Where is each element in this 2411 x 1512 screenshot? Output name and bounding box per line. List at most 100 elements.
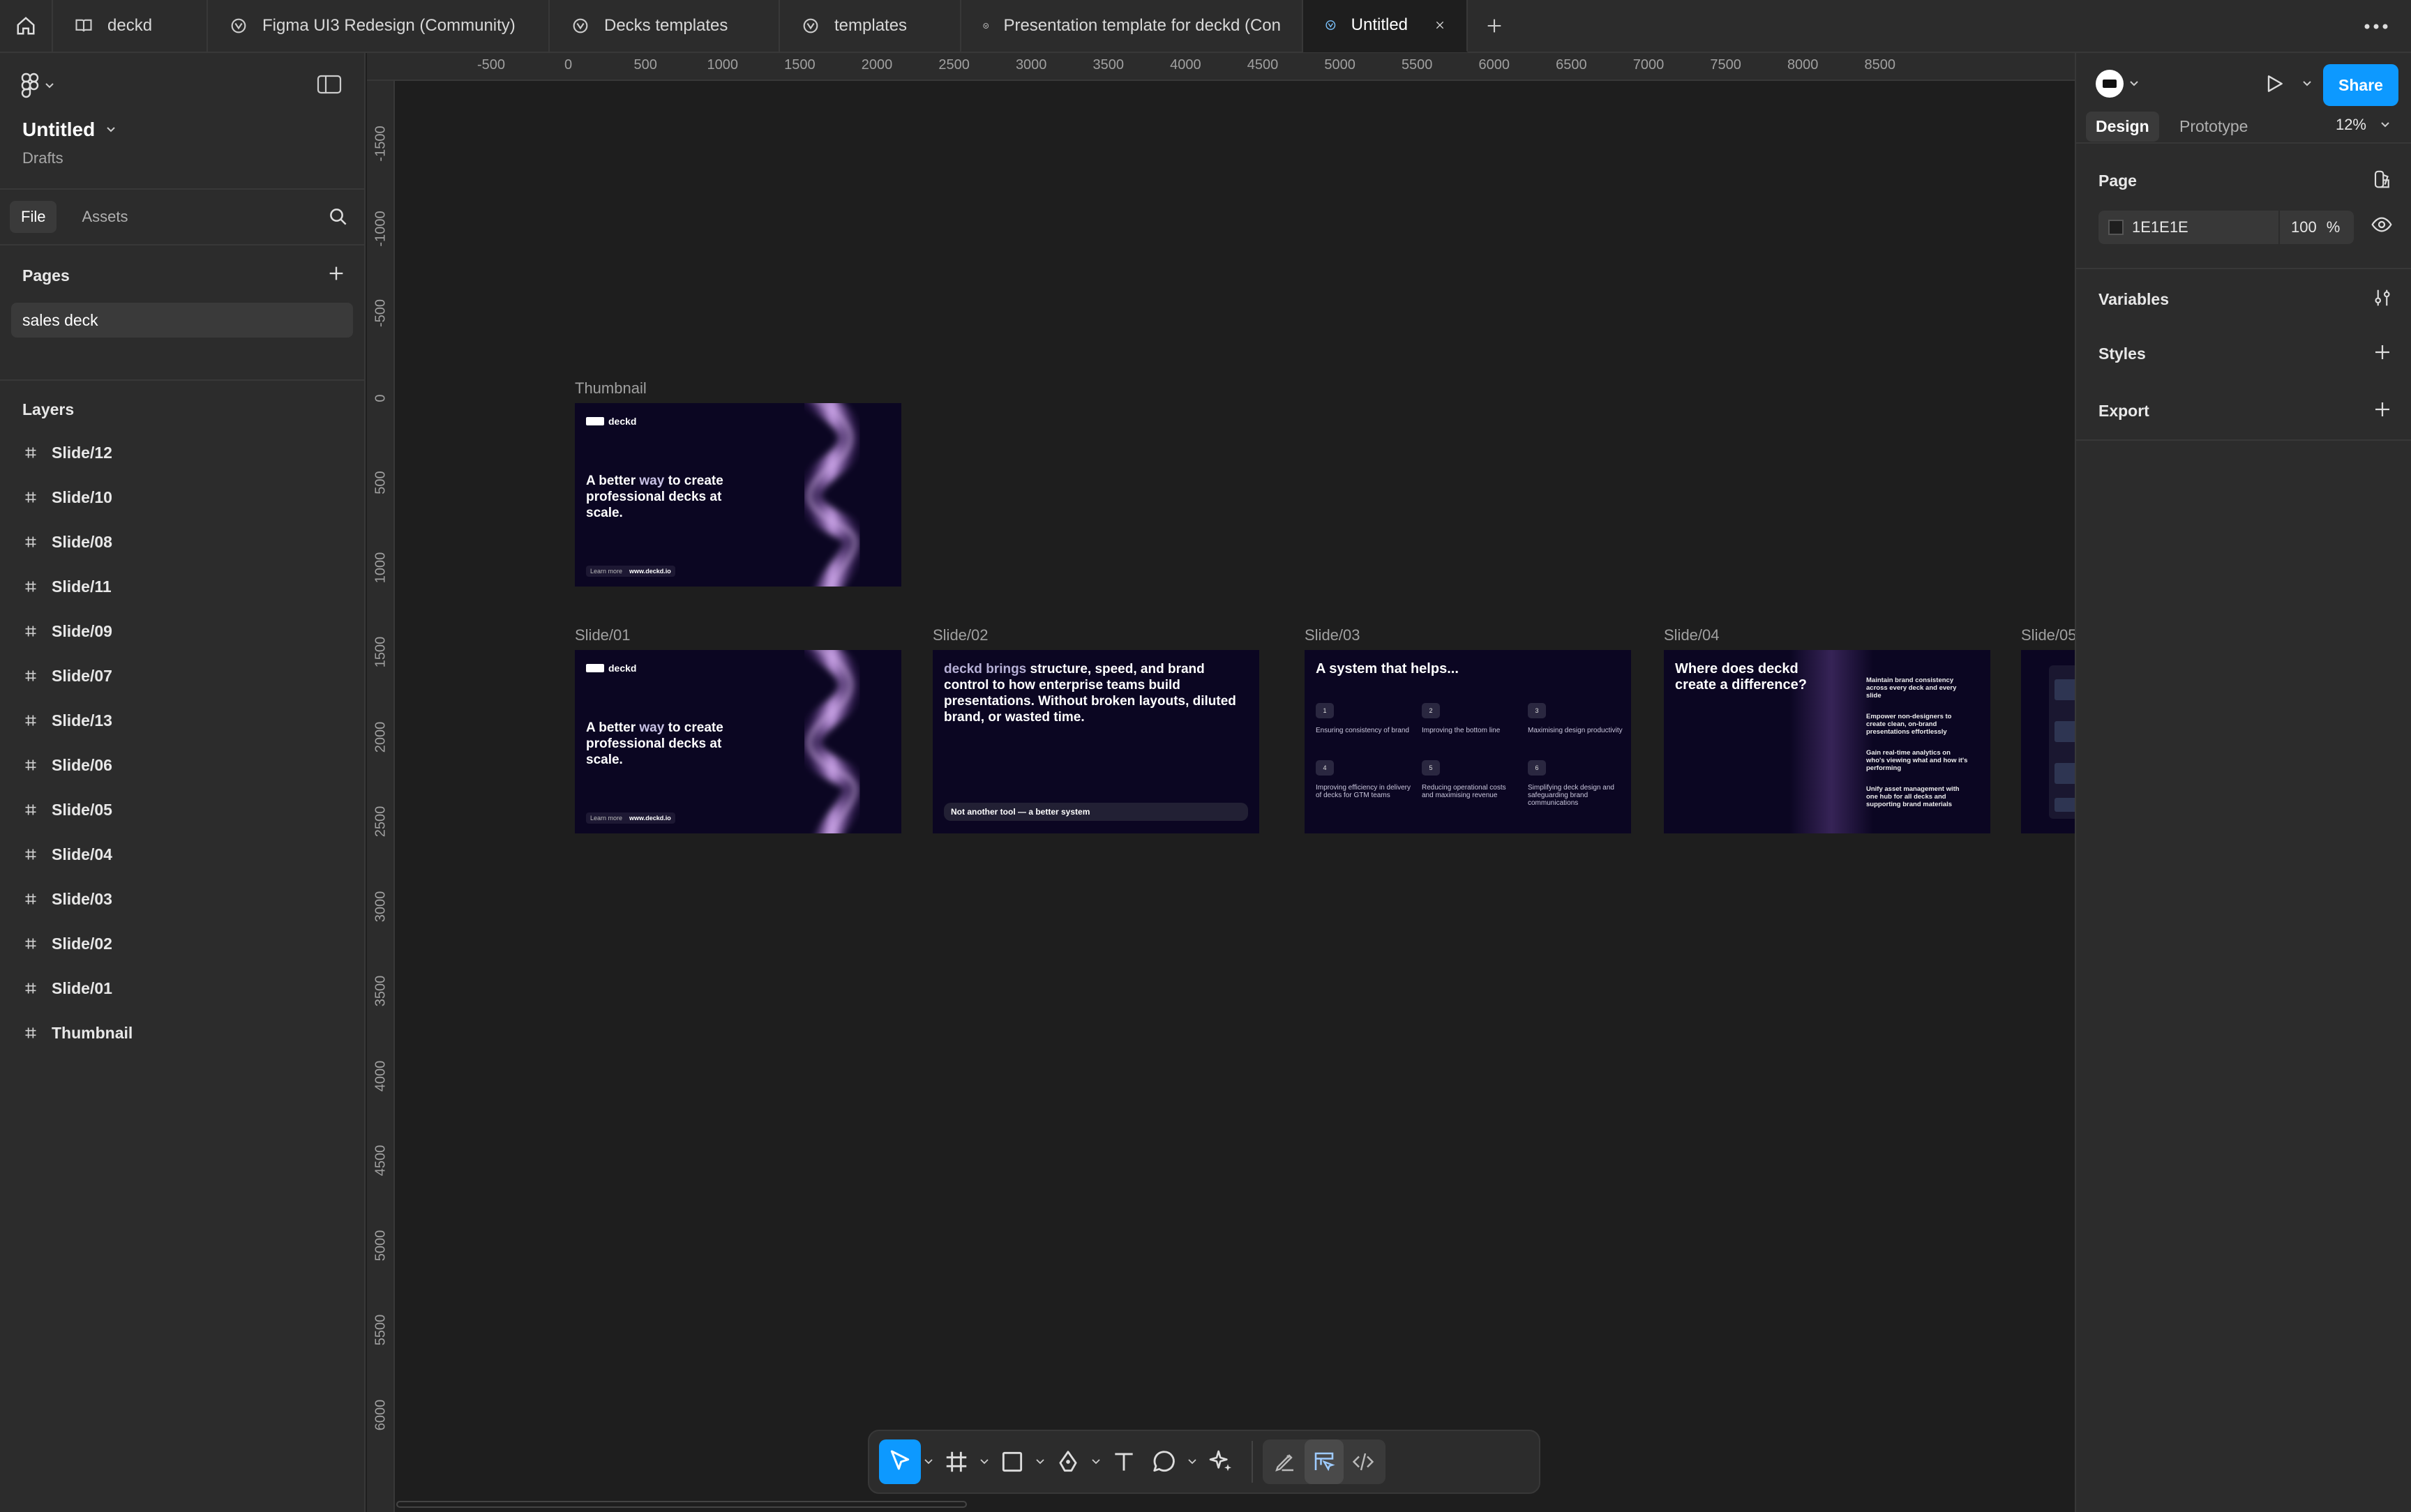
- tab-untitled[interactable]: Untitled: [1303, 0, 1468, 52]
- new-tab-button[interactable]: [1468, 0, 1521, 52]
- present-button[interactable]: [2263, 73, 2312, 95]
- tab-figma-ui3[interactable]: Figma UI3 Redesign (Community): [208, 0, 550, 52]
- layer-name: Slide/10: [52, 487, 112, 506]
- frame-tool-button[interactable]: [936, 1439, 977, 1484]
- tab-design[interactable]: Design: [2086, 112, 2159, 142]
- comment-tool-menu[interactable]: [1185, 1459, 1200, 1465]
- frame-slide-02[interactable]: deckd brings structure, speed, and brand…: [933, 650, 1259, 833]
- horizontal-scrollbar[interactable]: [396, 1501, 967, 1508]
- layer-name: Slide/09: [52, 621, 112, 640]
- frame-icon: [25, 759, 36, 771]
- file-name-button[interactable]: Untitled: [22, 119, 116, 141]
- frame-label-slide-02[interactable]: Slide/02: [933, 626, 989, 644]
- pen-tool-button[interactable]: [1048, 1439, 1088, 1484]
- slide-04-item: Gain real-time analytics on who's viewin…: [1866, 749, 1968, 772]
- tab-presentation-template[interactable]: Presentation template for deckd (Con: [961, 0, 1303, 52]
- design-mode-button[interactable]: [1305, 1439, 1344, 1484]
- frame-thumbnail[interactable]: deckd A better way to create professiona…: [575, 403, 901, 587]
- layer-name: Slide/06: [52, 755, 112, 774]
- ruler-tick-label: -500: [476, 57, 506, 73]
- tab-prototype[interactable]: Prototype: [2170, 112, 2258, 142]
- move-tool-menu[interactable]: [921, 1459, 936, 1465]
- shape-tool-menu[interactable]: [1032, 1459, 1048, 1465]
- frame-label-slide-04[interactable]: Slide/04: [1664, 626, 1720, 644]
- page-item-sales-deck[interactable]: sales deck: [11, 303, 353, 338]
- frame-icon: [25, 893, 36, 905]
- layer-item[interactable]: Slide/12: [0, 430, 364, 475]
- close-icon[interactable]: [1434, 17, 1445, 33]
- frame-slide-04[interactable]: Where does deckd create a difference? Ma…: [1664, 650, 1990, 833]
- frame-slide-05[interactable]: [2021, 650, 2075, 833]
- hero-text-a: A better: [586, 720, 640, 735]
- page-style-button[interactable]: [2372, 169, 2393, 193]
- layer-item[interactable]: Slide/13: [0, 698, 364, 743]
- home-button[interactable]: [0, 0, 53, 52]
- layer-item[interactable]: Thumbnail: [0, 1011, 364, 1055]
- frame-slide-01[interactable]: deckd A better way to create professiona…: [575, 650, 901, 833]
- main-menu-button[interactable]: [21, 73, 54, 99]
- cta-label: Learn more: [590, 568, 623, 575]
- layers-list: Slide/12 Slide/10 Slide/08 Slide/11 Slide/09…: [0, 430, 364, 1055]
- page-color-hex[interactable]: 1E1E1E: [2132, 218, 2278, 236]
- tab-file[interactable]: File: [10, 201, 57, 233]
- item-number: 5: [1422, 760, 1440, 776]
- frame-slide-03[interactable]: A system that helps... 1 Ensuring consist…: [1305, 650, 1631, 833]
- pen-tool-menu[interactable]: [1088, 1459, 1104, 1465]
- page-color-swatch[interactable]: [2108, 220, 2124, 235]
- draw-mode-button[interactable]: [1265, 1439, 1305, 1484]
- page-opacity-value[interactable]: 100: [2291, 218, 2317, 236]
- add-style-button[interactable]: [2372, 342, 2393, 366]
- page-color-field[interactable]: 1E1E1E 100 %: [2098, 211, 2354, 244]
- layer-item[interactable]: Slide/02: [0, 921, 364, 966]
- tab-templates[interactable]: templates: [780, 0, 961, 52]
- frame-label-slide-01[interactable]: Slide/01: [575, 626, 631, 644]
- tab-deckd[interactable]: deckd: [53, 0, 208, 52]
- user-menu-button[interactable]: [2096, 70, 2139, 98]
- chevron-down-icon[interactable]: [2302, 80, 2312, 87]
- variables-button[interactable]: [2372, 287, 2393, 312]
- item-number: 4: [1316, 760, 1334, 776]
- text-tool-button[interactable]: [1104, 1439, 1144, 1484]
- chevron-down-icon: [924, 1459, 933, 1465]
- right-panel: Share Design Prototype 12% Page 1E1E1E 1…: [2075, 53, 2411, 1512]
- page-opacity-field[interactable]: 100 %: [2278, 211, 2340, 244]
- layer-item[interactable]: Slide/10: [0, 475, 364, 520]
- layer-item[interactable]: Slide/11: [0, 564, 364, 609]
- layer-item[interactable]: Slide/08: [0, 520, 364, 564]
- layer-item[interactable]: Slide/06: [0, 743, 364, 787]
- frame-label-slide-03[interactable]: Slide/03: [1305, 626, 1360, 644]
- more-options-button[interactable]: [2355, 0, 2397, 53]
- layer-item[interactable]: Slide/01: [0, 966, 364, 1011]
- dev-mode-button[interactable]: [1344, 1439, 1383, 1484]
- zoom-control[interactable]: 12%: [2336, 116, 2390, 134]
- slide-03-item: 6 Simplifying deck design and safeguardin…: [1528, 760, 1625, 807]
- search-button[interactable]: [328, 206, 349, 231]
- tab-assets[interactable]: Assets: [70, 201, 139, 233]
- add-export-button[interactable]: [2372, 399, 2393, 423]
- tab-decks-templates[interactable]: Decks templates: [550, 0, 780, 52]
- toggle-sidebar-button[interactable]: [317, 74, 342, 98]
- comment-tool-button[interactable]: [1144, 1439, 1185, 1484]
- design-prototype-tabs: Design Prototype 12%: [2076, 109, 2411, 144]
- ruler-tick-label: 3000: [373, 891, 389, 922]
- add-page-button[interactable]: [326, 264, 346, 287]
- frame-label-thumbnail[interactable]: Thumbnail: [575, 379, 647, 398]
- shape-tool-button[interactable]: [992, 1439, 1032, 1484]
- ai-actions-button[interactable]: [1200, 1439, 1242, 1484]
- move-tool-button[interactable]: [879, 1439, 921, 1484]
- layer-item[interactable]: Slide/04: [0, 832, 364, 877]
- rectangle-icon: [1002, 1451, 1023, 1472]
- layer-item[interactable]: Slide/03: [0, 877, 364, 921]
- frame-tool-menu[interactable]: [977, 1459, 992, 1465]
- toggle-visibility-button[interactable]: [2371, 213, 2393, 239]
- layer-item[interactable]: Slide/05: [0, 787, 364, 832]
- file-location[interactable]: Drafts: [22, 149, 63, 167]
- canvas[interactable]: Thumbnail deckd A better way to create p…: [396, 82, 2075, 1512]
- frame-label-slide-05[interactable]: Slide/05: [2021, 626, 2075, 644]
- file-header: Untitled Drafts: [0, 53, 364, 190]
- layer-item[interactable]: Slide/07: [0, 653, 364, 698]
- ruler-tick-label: 2000: [861, 57, 893, 73]
- layer-item[interactable]: Slide/09: [0, 609, 364, 653]
- share-button[interactable]: Share: [2323, 64, 2398, 106]
- pages-section: Pages sales deck: [0, 245, 364, 381]
